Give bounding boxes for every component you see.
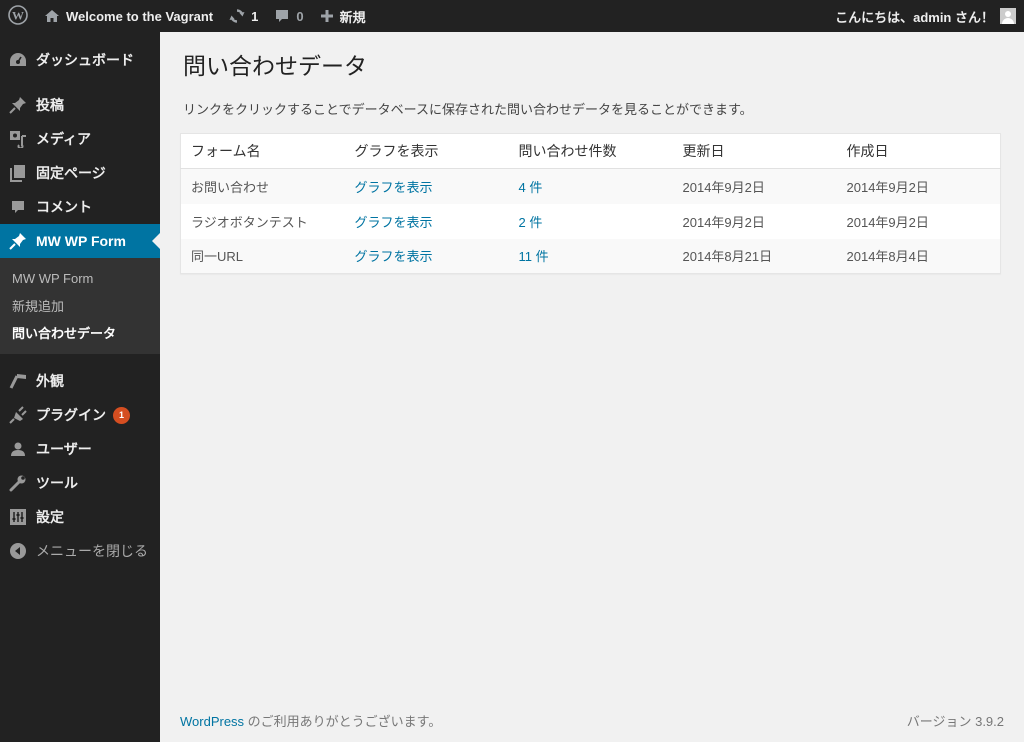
user-icon	[0, 441, 36, 457]
form-name: お問い合わせ	[180, 168, 345, 204]
menu-item-users[interactable]: ユーザー	[0, 432, 160, 466]
comment-icon	[0, 199, 36, 215]
show-graph-link[interactable]: グラフを表示	[355, 180, 433, 195]
dashboard-icon	[0, 52, 36, 68]
updates-count: 1	[251, 8, 259, 24]
menu-item-posts[interactable]: 投稿	[0, 88, 160, 122]
comment-icon	[274, 8, 290, 24]
menu-item-dashboard[interactable]: ダッシュボード	[0, 43, 160, 77]
menu-item-pages[interactable]: 固定ページ	[0, 156, 160, 190]
my-account-link[interactable]: こんにちは、admin さん！	[827, 0, 1024, 32]
site-name: Welcome to the Vagrant	[66, 8, 214, 24]
menu-item-settings[interactable]: 設定	[0, 500, 160, 534]
wordpress-logo-icon: W	[8, 4, 28, 28]
menu-label: ユーザー	[36, 441, 92, 457]
new-content-link[interactable]: 新規	[312, 0, 374, 32]
menu-label: ダッシュボード	[36, 52, 134, 68]
wordpress-logo-button[interactable]: W	[0, 0, 36, 32]
footer: WordPress のご利用ありがとうございます。 バージョン 3.9.2	[180, 711, 1004, 730]
column-header-graph: グラフを表示	[344, 133, 509, 169]
submenu-mw-wp-form: MW WP Form 新規追加 問い合わせデータ	[0, 258, 160, 354]
updated-date: 2014年9月2日	[672, 168, 837, 204]
column-header-form-name: フォーム名	[180, 133, 345, 169]
page-description: リンクをクリックすることでデータベースに保存された問い合わせデータを見ることがで…	[183, 102, 753, 117]
menu-label: 固定ページ	[36, 165, 106, 181]
media-icon	[0, 130, 36, 148]
table-row: 同一URL グラフを表示 11 件 2014年8月21日 2014年8月4日	[180, 238, 1001, 274]
pin-icon	[0, 96, 36, 114]
updated-date: 2014年8月21日	[672, 238, 837, 274]
menu-label: 投稿	[36, 97, 64, 113]
svg-text:W: W	[12, 8, 24, 22]
menu-separator	[0, 77, 160, 88]
collapse-menu-button[interactable]: メニューを閉じる	[0, 534, 160, 568]
column-header-updated: 更新日	[672, 133, 837, 169]
menu-item-comments[interactable]: コメント	[0, 190, 160, 224]
pin-icon	[0, 232, 36, 250]
submenu-item-add-new[interactable]: 新規追加	[0, 292, 160, 319]
admin-bar: W Welcome to the Vagrant 1 0 新規 こんにちは、ad…	[0, 0, 1024, 32]
submenu-item-mw-wp-form[interactable]: MW WP Form	[0, 265, 160, 292]
table-header-row: フォーム名 グラフを表示 問い合わせ件数 更新日 作成日	[180, 133, 1001, 169]
plugin-icon	[0, 406, 36, 424]
menu-item-media[interactable]: メディア	[0, 122, 160, 156]
created-date: 2014年9月2日	[846, 214, 929, 230]
inquiry-data-table: フォーム名 グラフを表示 問い合わせ件数 更新日 作成日 お問い合わせ グラフを…	[180, 133, 1001, 274]
wrench-icon	[0, 474, 36, 492]
settings-icon	[0, 509, 36, 525]
avatar	[1000, 8, 1016, 24]
comments-link[interactable]: 0	[266, 0, 311, 32]
site-name-link[interactable]: Welcome to the Vagrant	[36, 0, 221, 32]
form-name: ラジオボタンテスト	[191, 214, 308, 230]
brush-icon	[0, 372, 36, 390]
submenu-item-inquiry-data[interactable]: 問い合わせデータ	[0, 319, 160, 346]
version-text: バージョン 3.9.2	[906, 714, 1004, 729]
form-name: 同一URL	[180, 238, 345, 274]
wordpress-link[interactable]: WordPress	[180, 714, 244, 729]
menu-label: 外観	[36, 373, 64, 389]
menu-item-appearance[interactable]: 外観	[0, 364, 160, 398]
show-graph-link[interactable]: グラフを表示	[355, 249, 433, 264]
table-row: お問い合わせ グラフを表示 4 件 2014年9月2日 2014年9月2日	[180, 168, 1001, 204]
menu-label: メニューを閉じる	[36, 543, 148, 559]
comments-count: 0	[296, 8, 304, 24]
inquiry-count-link[interactable]: 4 件	[519, 180, 543, 195]
table-row: ラジオボタンテスト グラフを表示 2 件 2014年9月2日 2014年9月2日	[181, 204, 1001, 239]
greeting: こんにちは、admin さん！	[835, 9, 994, 25]
menu-label: ツール	[36, 475, 78, 491]
collapse-icon	[0, 543, 36, 559]
menu-item-tools[interactable]: ツール	[0, 466, 160, 500]
plus-icon	[320, 9, 334, 23]
footer-thanks: WordPress のご利用ありがとうございます。	[180, 711, 441, 730]
menu-label: 設定	[36, 509, 64, 525]
menu-label: プラグイン	[36, 407, 106, 423]
updates-link[interactable]: 1	[221, 0, 266, 32]
column-header-count: 問い合わせ件数	[508, 133, 673, 169]
admin-menu: ダッシュボード 投稿 メディア 固定ページ コメント MW WP Form MW…	[0, 32, 160, 742]
updates-icon	[229, 8, 245, 24]
created-date: 2014年8月4日	[836, 238, 1001, 274]
menu-item-mw-wp-form[interactable]: MW WP Form	[0, 224, 160, 258]
created-date: 2014年9月2日	[836, 168, 1001, 204]
column-header-created: 作成日	[836, 133, 1001, 169]
updated-date: 2014年9月2日	[682, 214, 765, 230]
main-content: 問い合わせデータ リンクをクリックすることでデータベースに保存された問い合わせデ…	[160, 32, 1024, 274]
menu-label: メディア	[36, 131, 92, 147]
menu-label: コメント	[36, 199, 92, 215]
menu-label: MW WP Form	[36, 233, 126, 249]
menu-item-plugins[interactable]: プラグイン 1	[0, 398, 160, 432]
inquiry-count-link[interactable]: 11 件	[519, 249, 549, 264]
footer-thanks-text: のご利用ありがとうございます。	[244, 714, 442, 729]
plugin-update-badge: 1	[113, 406, 130, 424]
new-label: 新規	[339, 9, 366, 25]
page-title: 問い合わせデータ	[183, 53, 367, 79]
home-icon	[44, 9, 60, 23]
show-graph-link[interactable]: グラフを表示	[355, 215, 433, 230]
pages-icon	[0, 164, 36, 182]
inquiry-count-link[interactable]: 2 件	[519, 215, 543, 230]
